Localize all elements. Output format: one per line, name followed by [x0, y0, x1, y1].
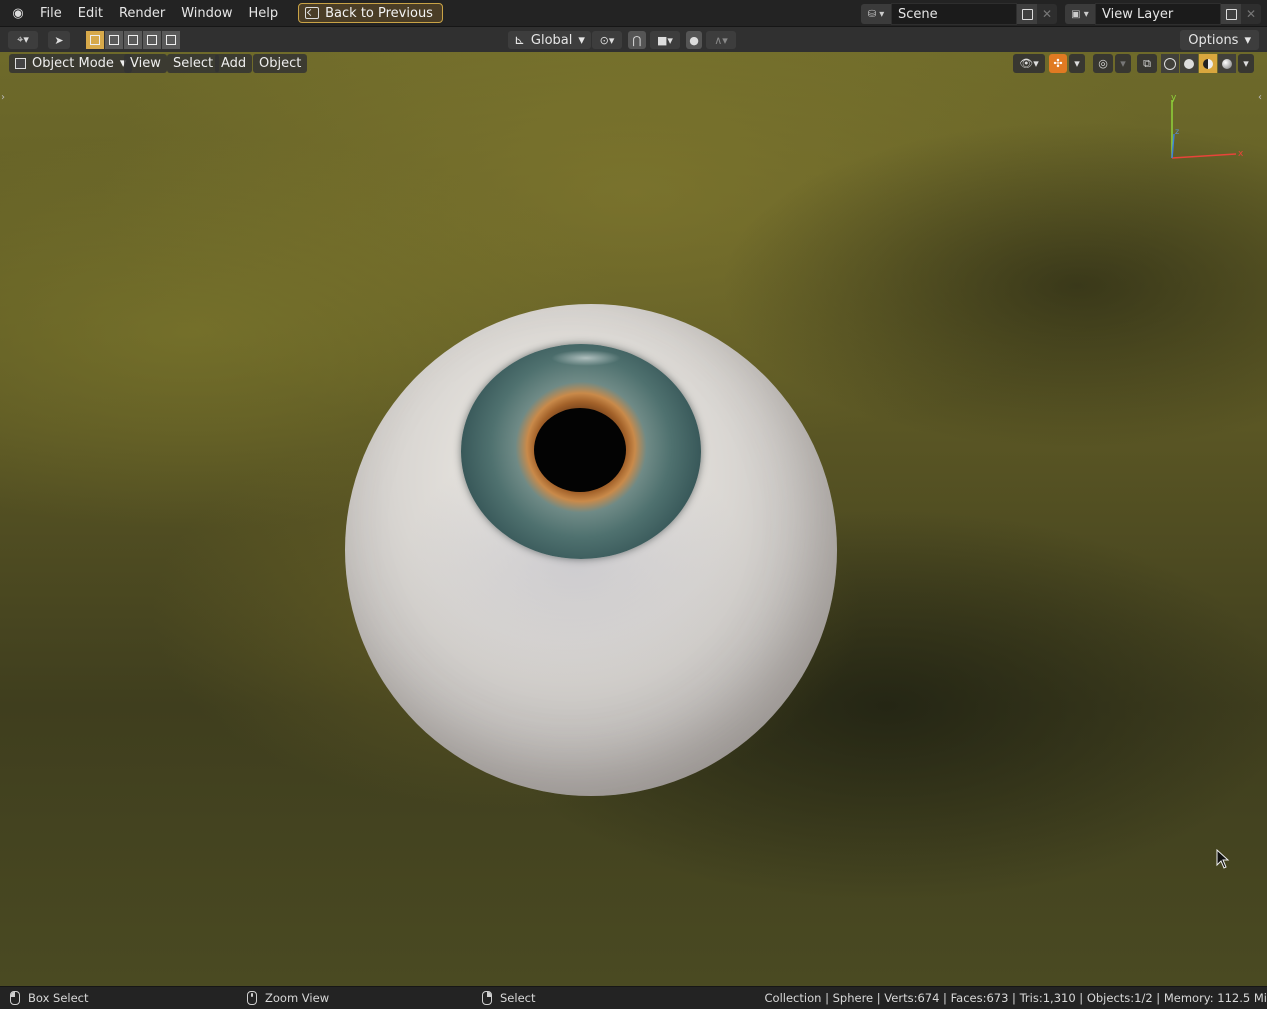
back-icon [305, 7, 320, 19]
menu-file[interactable]: File [32, 3, 70, 24]
viewport-menu-view[interactable]: View [124, 54, 167, 73]
back-to-previous-button[interactable]: Back to Previous [298, 3, 443, 23]
gizmo-x-axis [1171, 153, 1237, 159]
gizmo-toggle-icon[interactable]: ✣ [1049, 54, 1067, 73]
gizmo-y-label: y [1171, 94, 1177, 103]
snap-target-icon[interactable]: ■▾ [650, 31, 680, 49]
proportional-edit-icon[interactable]: ● [686, 31, 702, 49]
options-label: Options [1188, 32, 1239, 48]
menu-help[interactable]: Help [241, 3, 287, 24]
status-middle-action: Zoom View [265, 991, 330, 1005]
eye-pupil [534, 408, 626, 492]
gizmo-x-label: x [1238, 149, 1244, 159]
sidebar-expand-icon[interactable]: ‹ [1258, 92, 1262, 103]
viewport-menu-add[interactable]: Add [215, 54, 253, 73]
snap-toggle-icon[interactable]: ⋂ [628, 31, 646, 49]
viewport-menu-object[interactable]: Object [253, 54, 308, 73]
gizmo-z-label: z [1175, 127, 1179, 136]
menu-window[interactable]: Window [173, 3, 240, 24]
select-intersect-icon[interactable] [162, 31, 180, 49]
options-dropdown[interactable]: Options ▾ [1180, 30, 1259, 50]
back-to-previous-label: Back to Previous [325, 5, 433, 21]
select-new-icon[interactable] [86, 31, 104, 49]
mouse-cursor-icon [1216, 849, 1230, 869]
menu-render[interactable]: Render [111, 3, 173, 24]
status-left-mouse: Box Select [10, 991, 89, 1005]
status-right-action: Select [500, 991, 536, 1005]
select-extend-icon[interactable] [105, 31, 123, 49]
chevron-down-icon[interactable]: ▾ [1238, 54, 1254, 73]
material-shading-icon[interactable] [1199, 54, 1217, 73]
orientation-icon: ⊾ [514, 32, 525, 48]
select-tool-icon[interactable]: ➤ [48, 31, 70, 49]
menu-edit[interactable]: Edit [70, 3, 111, 24]
wireframe-shading-icon[interactable] [1161, 54, 1179, 73]
object-mode-label: Object Mode [32, 56, 114, 71]
tool-header: ⌖▾ ➤ ⊾ Global ▾ ⊙▾ ⋂ ■▾ ● ∧▾ Options ▾ [0, 27, 1267, 53]
view-layer-browse-icon[interactable]: ▣ ▾ [1065, 4, 1095, 24]
visibility-icon[interactable]: 👁▾ [1013, 54, 1045, 73]
status-middle-mouse: Zoom View [247, 991, 329, 1005]
view-layer-name-field[interactable]: View Layer [1095, 3, 1221, 25]
left-mouse-icon [10, 991, 20, 1005]
navigation-gizmo[interactable]: y x z [1160, 94, 1250, 164]
blender-logo-icon[interactable]: ◉ [10, 5, 26, 21]
eyeball-sphere-object[interactable] [345, 304, 837, 796]
scene-browse-icon[interactable]: ⛁ ▾ [861, 4, 891, 24]
object-mode-dropdown[interactable]: Object Mode ▾ [9, 54, 133, 73]
falloff-icon[interactable]: ∧▾ [706, 31, 736, 49]
scene-new-icon[interactable] [1017, 4, 1037, 24]
viewport-menu-select[interactable]: Select [167, 54, 220, 73]
scene-selector: ⛁ ▾ Scene ✕ [861, 3, 1057, 25]
eye-iris [461, 344, 701, 559]
editor-type-icon[interactable]: ⌖▾ [8, 31, 38, 49]
3d-viewport[interactable]: Object Mode ▾ View Select Add Object 👁▾ … [0, 52, 1267, 986]
object-mode-icon [15, 58, 26, 69]
scene-name-field[interactable]: Scene [891, 3, 1017, 25]
transform-orientation-dropdown[interactable]: ⊾ Global ▾ [508, 31, 591, 49]
chevron-down-icon: ▾ [578, 32, 585, 48]
status-bar: Box Select Zoom View Select Collection |… [0, 986, 1267, 1009]
iris-reflection [551, 350, 621, 366]
select-invert-icon[interactable] [143, 31, 161, 49]
chevron-down-icon[interactable]: ▾ [1069, 54, 1085, 73]
status-right-mouse: Select [482, 991, 535, 1005]
overlays-icon[interactable]: ◎ [1093, 54, 1113, 73]
orientation-label: Global [530, 32, 573, 48]
scene-statistics: Collection | Sphere | Verts:674 | Faces:… [764, 991, 1267, 1005]
view-layer-selector: ▣ ▾ View Layer ✕ [1065, 3, 1261, 25]
view-layer-delete-icon[interactable]: ✕ [1241, 4, 1261, 24]
toolbar-expand-icon[interactable]: › [1, 92, 5, 103]
solid-shading-icon[interactable] [1180, 54, 1198, 73]
xray-toggle-icon[interactable]: ⧉ [1137, 54, 1157, 73]
scene-selector-group: ⛁ ▾ Scene ✕ ▣ ▾ View Layer ✕ [861, 3, 1261, 25]
chevron-down-icon: ▾ [1244, 32, 1251, 48]
view-layer-new-icon[interactable] [1221, 4, 1241, 24]
select-subtract-icon[interactable] [124, 31, 142, 49]
status-left-action: Box Select [28, 991, 89, 1005]
scene-delete-icon[interactable]: ✕ [1037, 4, 1057, 24]
viewport-header: Object Mode ▾ View Select Add Object 👁▾ … [0, 52, 1267, 76]
chevron-down-icon[interactable]: ▾ [1115, 54, 1131, 73]
top-bar: ◉ File Edit Render Window Help Back to P… [0, 0, 1267, 27]
right-mouse-icon [482, 991, 492, 1005]
pivot-point-icon[interactable]: ⊙▾ [592, 31, 622, 49]
middle-mouse-icon [247, 991, 257, 1005]
rendered-shading-icon[interactable] [1218, 54, 1236, 73]
